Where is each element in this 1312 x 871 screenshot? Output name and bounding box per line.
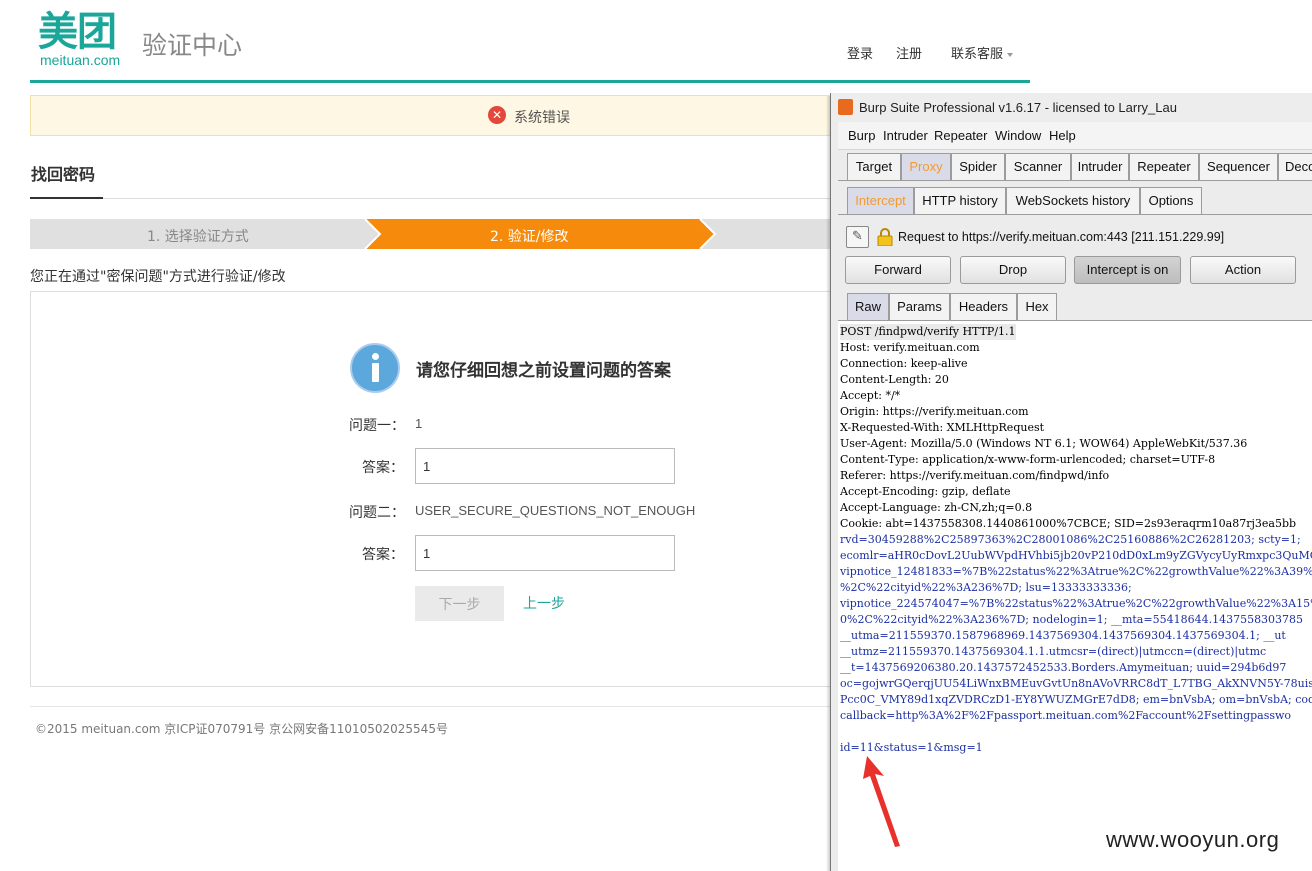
menu-intruder[interactable]: Intruder	[883, 128, 928, 143]
watermark: www.wooyun.org	[1106, 827, 1280, 852]
menu-help[interactable]: Help	[1049, 128, 1076, 143]
tab-intruder[interactable]: Intruder	[1071, 153, 1129, 180]
burp-window-title: Burp Suite Professional v1.6.17 - licens…	[859, 100, 1177, 115]
edit-pencil-icon[interactable]: ✎	[846, 226, 869, 248]
burp-app-icon	[838, 99, 853, 115]
menu-window[interactable]: Window	[995, 128, 1041, 143]
raw-line: X-Requested-With: XMLHttpRequest	[840, 421, 1045, 434]
raw-line: User-Agent: Mozilla/5.0 (Windows NT 6.1;…	[840, 437, 1248, 450]
red-arrow-annotation	[863, 756, 900, 847]
raw-line: POST /findpwd/verify HTTP/1.1	[840, 324, 1016, 340]
raw-line: Accept-Encoding: gzip, deflate	[840, 485, 1011, 498]
subtab-websockets-history[interactable]: WebSockets history	[1006, 187, 1140, 214]
raw-line: Accept: */*	[840, 389, 901, 402]
tab-spider[interactable]: Spider	[951, 153, 1005, 180]
footer-text: ©2015 meituan.com 京ICP证070791号 京公网安备1101…	[35, 722, 448, 736]
raw-line: 0%2C%22cityid%22%3A236%7D; nodelogin=1; …	[840, 613, 1304, 626]
section-title: 找回密码	[31, 165, 96, 184]
raw-request-editor[interactable]: POST /findpwd/verify HTTP/1.1 Host: verif…	[838, 320, 1312, 871]
lock-icon	[877, 228, 893, 246]
question-2-value: USER_SECURE_QUESTIONS_NOT_ENOUGH	[415, 503, 696, 518]
caret-down-icon	[1007, 52, 1014, 57]
support-label: 联系客服	[951, 47, 1004, 62]
rawtab-hex[interactable]: Hex	[1017, 293, 1057, 320]
tab-target[interactable]: Target	[847, 153, 901, 180]
logo-en[interactable]: meituan.com	[40, 52, 120, 68]
raw-line: Host: verify.meituan.com	[840, 341, 980, 354]
next-step-button[interactable]: 下一步	[415, 586, 504, 621]
menu-burp[interactable]: Burp	[848, 128, 875, 143]
answer-2-label: 答案：	[362, 547, 404, 563]
tab-repeater[interactable]: Repeater	[1129, 153, 1199, 180]
step-2-label: 2. 验证/修改	[490, 229, 569, 245]
main-tabs-baseline	[838, 180, 1312, 181]
question-2-label: 问题二：	[349, 505, 405, 521]
prev-step-link[interactable]: 上一步	[523, 593, 565, 613]
raw-line: Connection: keep-alive	[840, 357, 968, 370]
verify-panel	[30, 291, 860, 687]
action-button[interactable]: Action	[1190, 256, 1296, 284]
answer-1-input[interactable]	[415, 448, 675, 484]
question-1-value: 1	[415, 416, 423, 431]
raw-line: Content-Type: application/x-www-form-url…	[840, 453, 1216, 466]
header-divider	[30, 80, 1030, 83]
rawtab-params[interactable]: Params	[889, 293, 950, 320]
login-link[interactable]: 登录	[847, 43, 873, 62]
raw-line: oc=gojwrGQerqjUU54LiWnxBMEuvGvtUn8nAVoVR…	[840, 677, 1312, 690]
answer-2-input[interactable]	[415, 535, 675, 571]
answer-1-label: 答案：	[362, 460, 404, 476]
raw-line: Accept-Language: zh-CN,zh;q=0.8	[840, 501, 1033, 514]
forward-button[interactable]: Forward	[845, 256, 951, 284]
info-icon-bar	[372, 363, 379, 382]
section-divider	[30, 198, 860, 199]
drop-button[interactable]: Drop	[960, 256, 1066, 284]
logo-cn[interactable]: 美团	[38, 10, 117, 54]
register-link[interactable]: 注册	[896, 43, 922, 62]
intro-text: 您正在通过"密保问题"方式进行验证/修改	[30, 269, 286, 285]
support-dropdown[interactable]: 联系客服	[951, 43, 1014, 62]
tab-scanner[interactable]: Scanner	[1005, 153, 1071, 180]
raw-line: Pcc0C_VMY89d1xqZVDRCzD1-EY8YWUZMGrE7dD8;…	[840, 693, 1312, 706]
rawtab-raw[interactable]: Raw	[847, 293, 889, 320]
raw-line: __utma=211559370.1587968969.1437569304.1…	[840, 629, 1286, 642]
intercept-toggle-button[interactable]: Intercept is on	[1074, 256, 1181, 284]
section-title-underline	[30, 197, 103, 199]
raw-line: callback=http%3A%2F%2Fpassport.meituan.c…	[840, 709, 1292, 722]
form-title: 请您仔细回想之前设置问题的答案	[416, 361, 671, 381]
subtab-options[interactable]: Options	[1140, 187, 1202, 214]
rawtab-headers[interactable]: Headers	[950, 293, 1017, 320]
error-circle-icon: ✕	[488, 106, 506, 124]
question-1-label: 问题一：	[349, 418, 405, 434]
menu-repeater[interactable]: Repeater	[934, 128, 987, 143]
error-text: 系统错误	[514, 110, 570, 126]
tab-sequencer[interactable]: Sequencer	[1199, 153, 1278, 180]
info-icon-dot	[372, 353, 379, 360]
raw-line: Referer: https://verify.meituan.com/find…	[840, 469, 1110, 482]
error-bar	[30, 95, 860, 136]
request-target: Request to https://verify.meituan.com:44…	[898, 230, 1225, 244]
tab-decoder[interactable]: Deco	[1278, 153, 1312, 180]
raw-line: rvd=30459288%2C25897363%2C28001086%2C251…	[840, 533, 1301, 546]
subtab-http-history[interactable]: HTTP history	[914, 187, 1006, 214]
page-subtitle: 验证中心	[142, 31, 243, 60]
raw-line: __t=1437569206380.20.1437572452533.Borde…	[840, 661, 1287, 674]
raw-line: ecomlr=aHR0cDovL2UubWVpdHVhbi5jb20vP210d…	[840, 549, 1312, 562]
raw-line: vipnotice_224574047=%7B%22status%22%3Atr…	[840, 597, 1312, 610]
raw-line: Content-Length: 20	[840, 373, 949, 386]
step-1-label: 1. 选择验证方式	[147, 229, 249, 245]
raw-line: __utmz=211559370.1437569304.1.1.utmcsr=(…	[840, 645, 1267, 658]
tab-proxy[interactable]: Proxy	[901, 153, 951, 180]
raw-line: vipnotice_12481833=%7B%22status%22%3Atru…	[840, 565, 1312, 578]
subtab-intercept[interactable]: Intercept	[847, 187, 914, 214]
raw-line: Origin: https://verify.meituan.com	[840, 405, 1029, 418]
raw-line: %2C%22cityid%22%3A236%7D; lsu=1333333333…	[840, 581, 1132, 594]
footer-divider	[30, 706, 860, 707]
raw-line: Cookie: abt=1437558308.1440861000%7CBCE;…	[840, 517, 1297, 530]
